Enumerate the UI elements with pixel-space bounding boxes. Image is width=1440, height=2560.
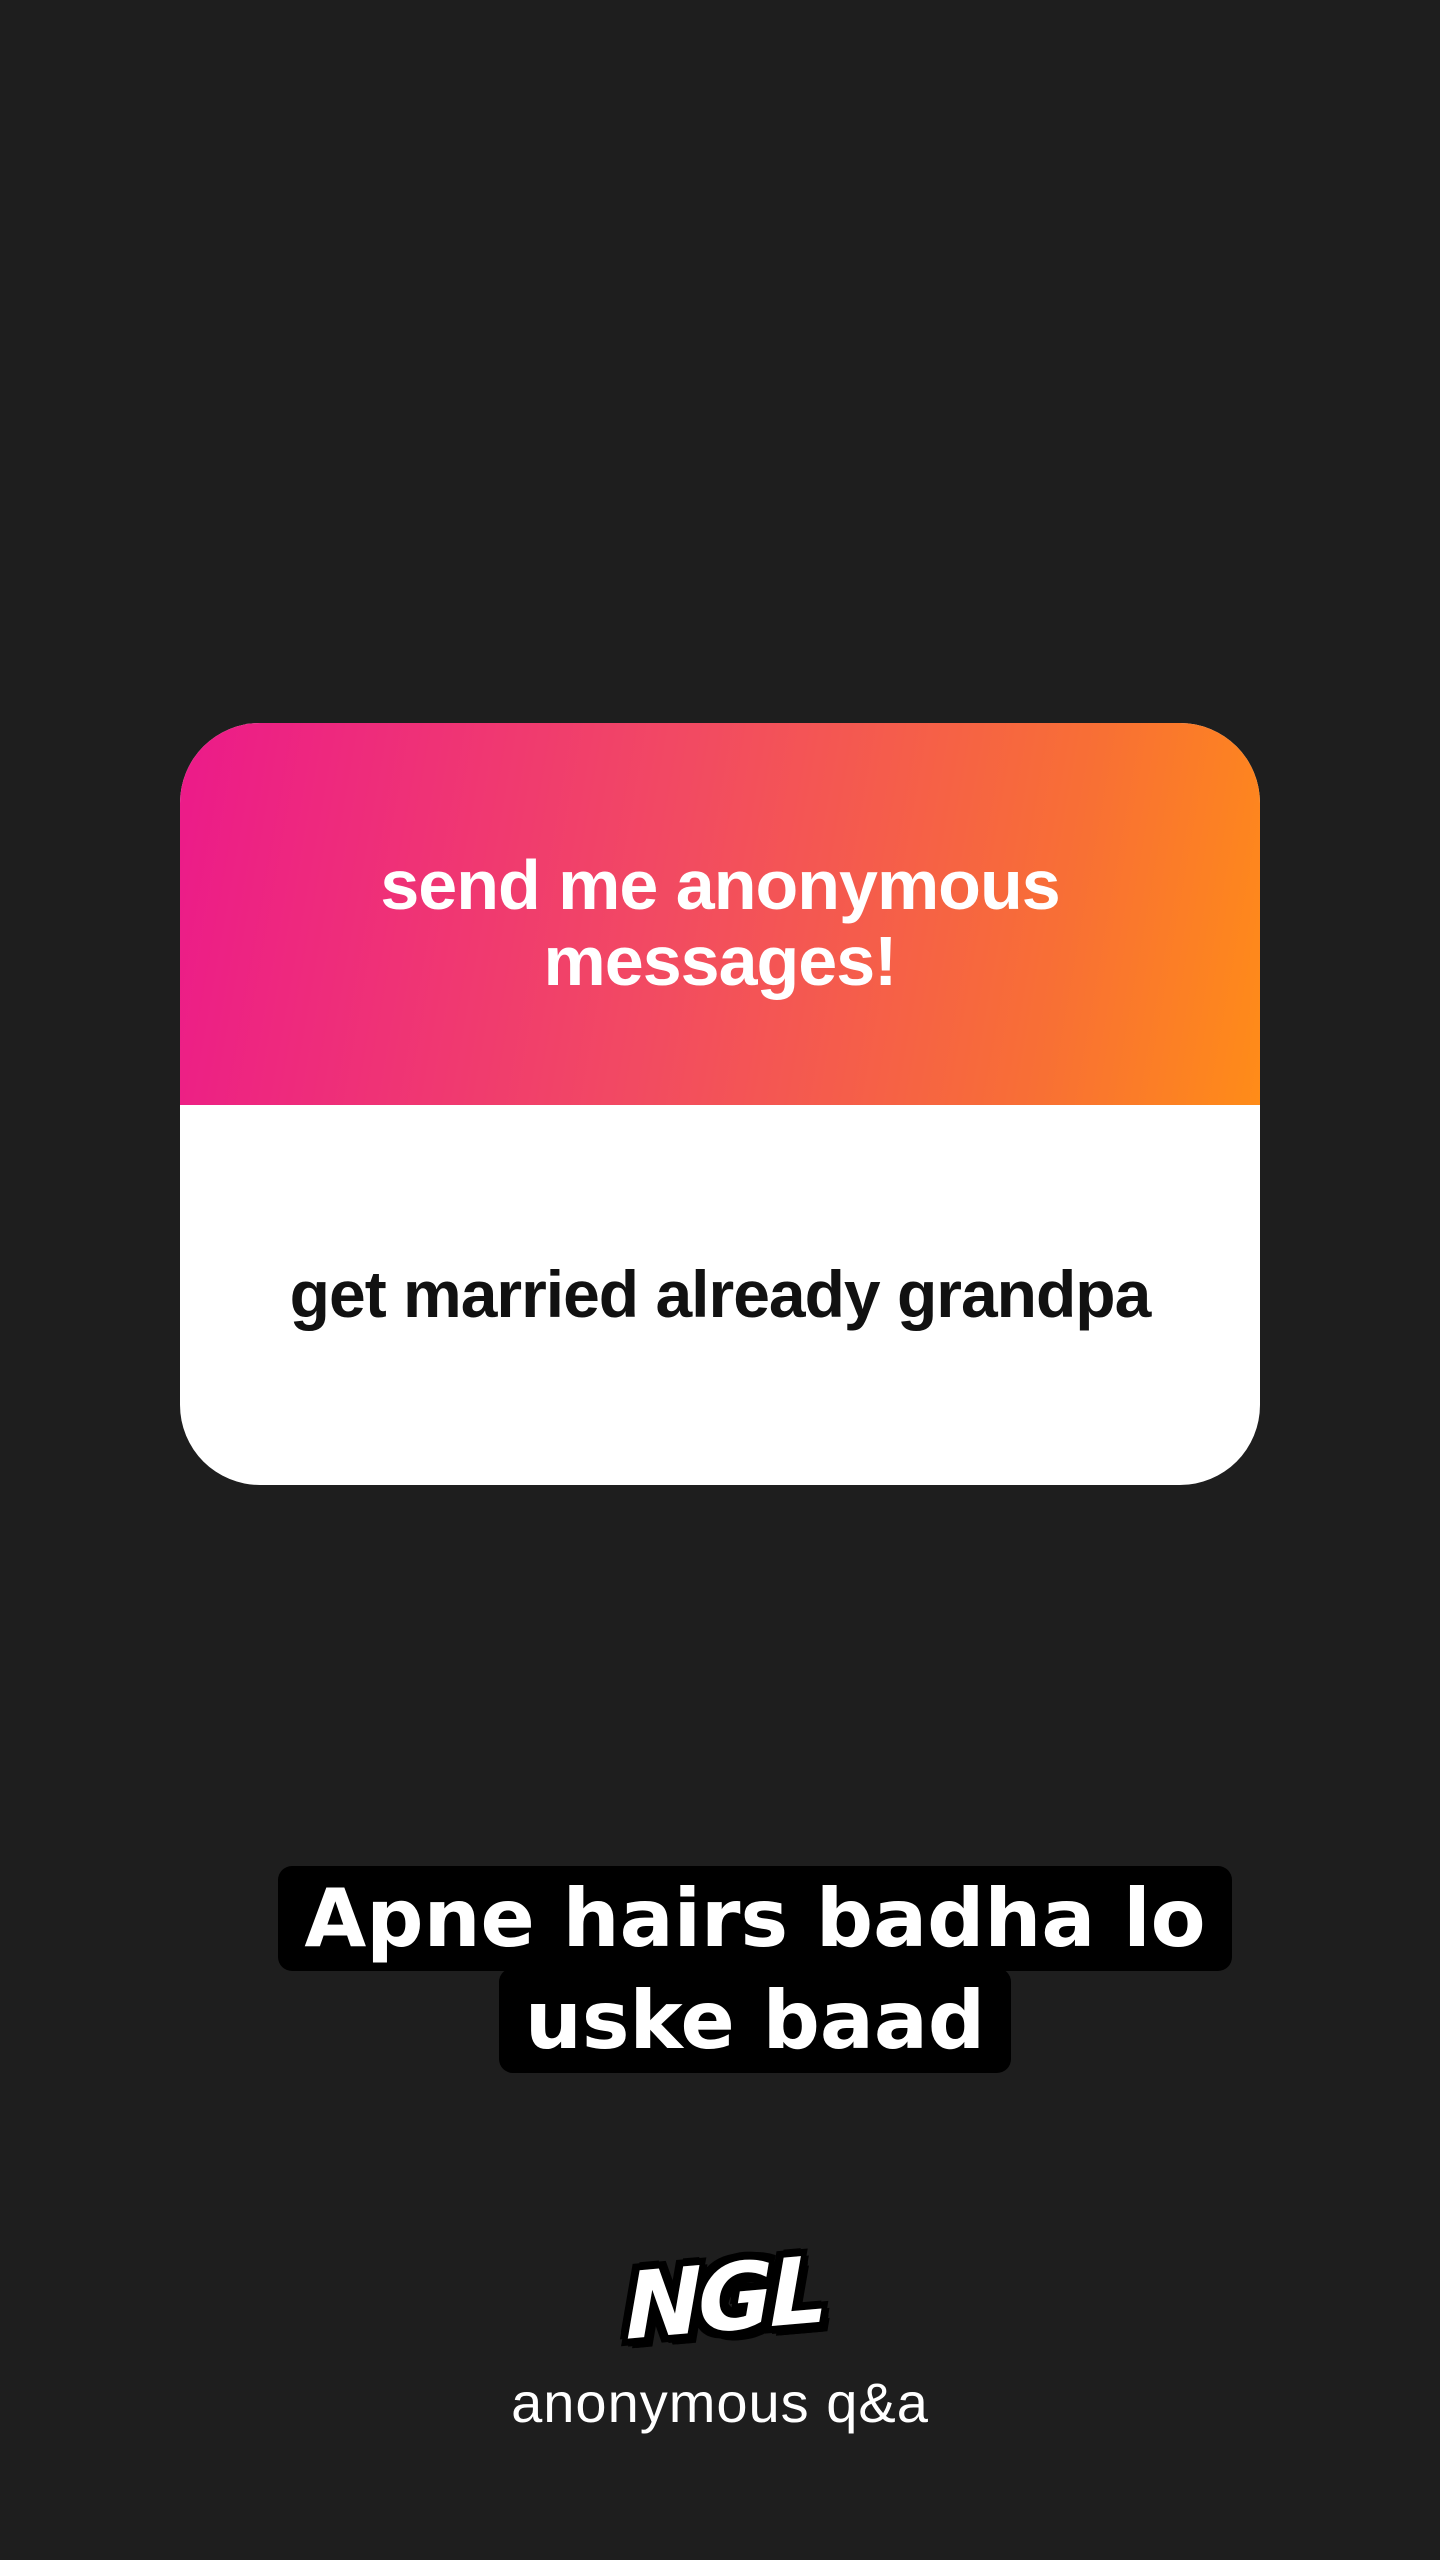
reply-caption-text: Apne hairs badha lo uske baad bbox=[278, 1866, 1232, 2073]
ngl-logo[interactable]: NGL bbox=[625, 2236, 825, 2361]
card-header: send me anonymous messages! bbox=[180, 723, 1260, 1105]
reply-caption[interactable]: Apne hairs badha lo uske baad bbox=[0, 1866, 1440, 2073]
ngl-tagline: anonymous q&a bbox=[511, 2371, 929, 2434]
card-body: get married already grandpa bbox=[180, 1105, 1260, 1485]
question-card[interactable]: send me anonymous messages! get married … bbox=[180, 723, 1260, 1485]
ngl-logo-text: NGL bbox=[624, 2235, 826, 2361]
question-text: get married already grandpa bbox=[289, 1257, 1152, 1331]
card-header-text: send me anonymous messages! bbox=[380, 846, 1060, 1000]
